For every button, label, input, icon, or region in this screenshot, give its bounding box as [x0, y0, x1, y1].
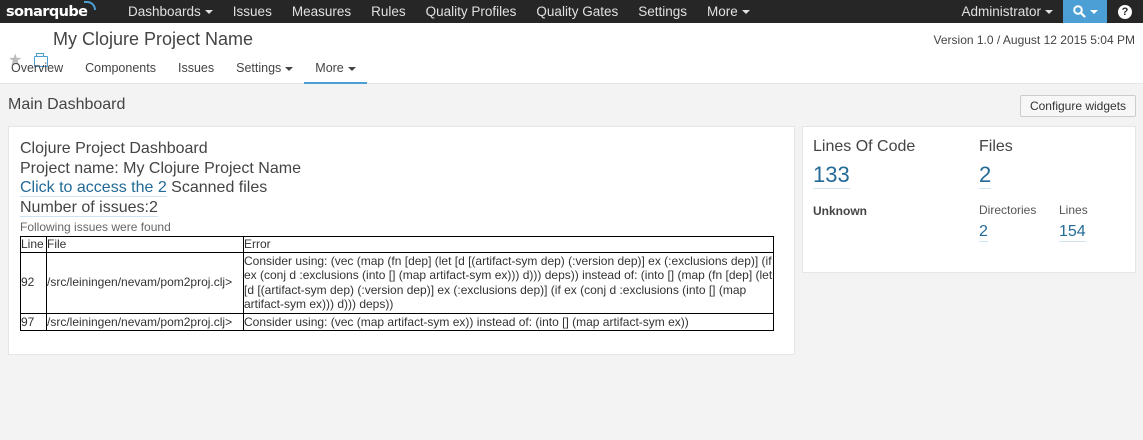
tab-issues[interactable]: Issues [167, 57, 225, 84]
nav-item-more[interactable]: More [697, 0, 760, 23]
issue-file: /src/leiningen/nevam/pom2proj.clj> [46, 251, 244, 314]
tab-components[interactable]: Components [74, 57, 167, 84]
project-name-line: Project name: My Clojure Project Name [20, 159, 301, 177]
navbar-right: Administrator ? [951, 0, 1143, 23]
user-name: Administrator [961, 4, 1041, 19]
issue-line: 92 [20, 251, 47, 314]
logo-arc-icon [84, 1, 97, 10]
scanned-files-link[interactable]: Click to access the 2 [20, 179, 167, 197]
nav-item-measures[interactable]: Measures [282, 0, 361, 23]
nav-item-rules[interactable]: Rules [361, 0, 416, 23]
search-icon [1072, 5, 1086, 18]
lines-label: Lines [1059, 203, 1088, 217]
configure-widgets-button[interactable]: Configure widgets [1020, 95, 1136, 117]
project-context-bar: ★ My Clojure Project Name Version 1.0 / … [0, 23, 1143, 84]
issue-error: Consider using: (vec (map artifact-sym e… [243, 312, 774, 331]
issue-error: Consider using: (vec (map (fn [dep] (let… [243, 251, 774, 314]
tab-label: Issues [177, 61, 215, 75]
nav-item-label: Measures [291, 4, 352, 19]
top-navbar: sonarqube Dashboards Issues Measures Rules Q… [0, 0, 1143, 23]
directories-value[interactable]: 2 [979, 222, 988, 242]
directories-label: Directories [979, 203, 1037, 217]
chevron-down-icon [347, 66, 356, 71]
nav-item-label: More [707, 4, 738, 19]
nav-item-label: Issues [232, 4, 272, 19]
search-button[interactable] [1063, 0, 1107, 23]
user-menu[interactable]: Administrator [951, 0, 1063, 23]
issues-count-line: Number of issues:2 [20, 198, 783, 218]
tab-overview[interactable]: Overview [0, 57, 74, 84]
version-info: Version 1.0 / August 12 2015 5:04 PM [933, 33, 1135, 47]
tab-more[interactable]: More [304, 57, 367, 84]
nav-item-dashboards[interactable]: Dashboards [118, 0, 223, 23]
help-button[interactable]: ? [1107, 0, 1143, 23]
logo-text: sonarqube [6, 3, 88, 20]
language-unknown: Unknown [813, 204, 867, 218]
project-title[interactable]: My Clojure Project Name [53, 29, 253, 50]
tab-label: Settings [236, 61, 282, 75]
table-row: 97 /src/leiningen/nevam/pom2proj.clj> Co… [20, 312, 774, 331]
nav-item-label: Rules [371, 4, 406, 19]
nav-item-quality-gates[interactable]: Quality Gates [526, 0, 628, 23]
lines-value[interactable]: 154 [1059, 222, 1086, 242]
nav-item-label: Settings [638, 4, 687, 19]
chevron-down-icon [1045, 9, 1053, 14]
issue-line: 97 [20, 312, 47, 331]
nav-item-quality-profiles[interactable]: Quality Profiles [416, 0, 527, 23]
tab-label: More [315, 61, 344, 75]
scanned-files-line: Click to access the 2 Scanned files [20, 178, 783, 198]
scanned-files-suffix: Scanned files [166, 179, 268, 196]
tab-label: Overview [11, 61, 64, 75]
project-tabs: Overview Components Issues Settings More [0, 57, 367, 84]
nav-item-issues[interactable]: Issues [223, 0, 282, 23]
nav-item-label: Quality Profiles [425, 4, 517, 19]
chevron-down-icon [285, 66, 294, 71]
column-header-error: Error [243, 236, 774, 253]
issues-found-text: Following issues were found [20, 220, 171, 234]
size-metrics-widget: Lines Of Code 133 Files 2 Unknown Direct… [802, 126, 1136, 273]
nav-item-settings[interactable]: Settings [628, 0, 697, 23]
nav-item-label: Quality Gates [536, 4, 619, 19]
tab-label: Components [85, 61, 156, 75]
issues-table: Line File Error 92 /src/leiningen/nevam/… [20, 236, 774, 331]
files-label: Files [979, 138, 1013, 155]
lines-of-code-label: Lines Of Code [813, 138, 916, 155]
table-header-row: Line File Error [20, 236, 774, 253]
column-header-file: File [46, 236, 244, 253]
main-menu: Dashboards Issues Measures Rules Quality Pro… [118, 0, 760, 23]
lines-of-code-value[interactable]: 133 [813, 162, 850, 189]
page-title: Main Dashboard [8, 96, 126, 113]
column-header-line: Line [20, 236, 47, 253]
chevron-down-icon [204, 9, 213, 14]
clojure-dashboard-widget: Clojure Project Dashboard Project name: … [8, 126, 795, 355]
tab-settings[interactable]: Settings [225, 57, 304, 84]
table-row: 92 /src/leiningen/nevam/pom2proj.clj> Co… [20, 251, 774, 314]
sonarqube-logo[interactable]: sonarqube [0, 0, 118, 23]
issue-file: /src/leiningen/nevam/pom2proj.clj> [46, 312, 244, 331]
help-icon: ? [1118, 4, 1132, 19]
files-value[interactable]: 2 [979, 162, 992, 189]
chevron-down-icon [1089, 9, 1098, 14]
issues-count: Number of issues:2 [20, 198, 158, 217]
chevron-down-icon [741, 9, 750, 14]
nav-item-label: Dashboards [128, 4, 201, 19]
widget-title: Clojure Project Dashboard [20, 140, 208, 157]
